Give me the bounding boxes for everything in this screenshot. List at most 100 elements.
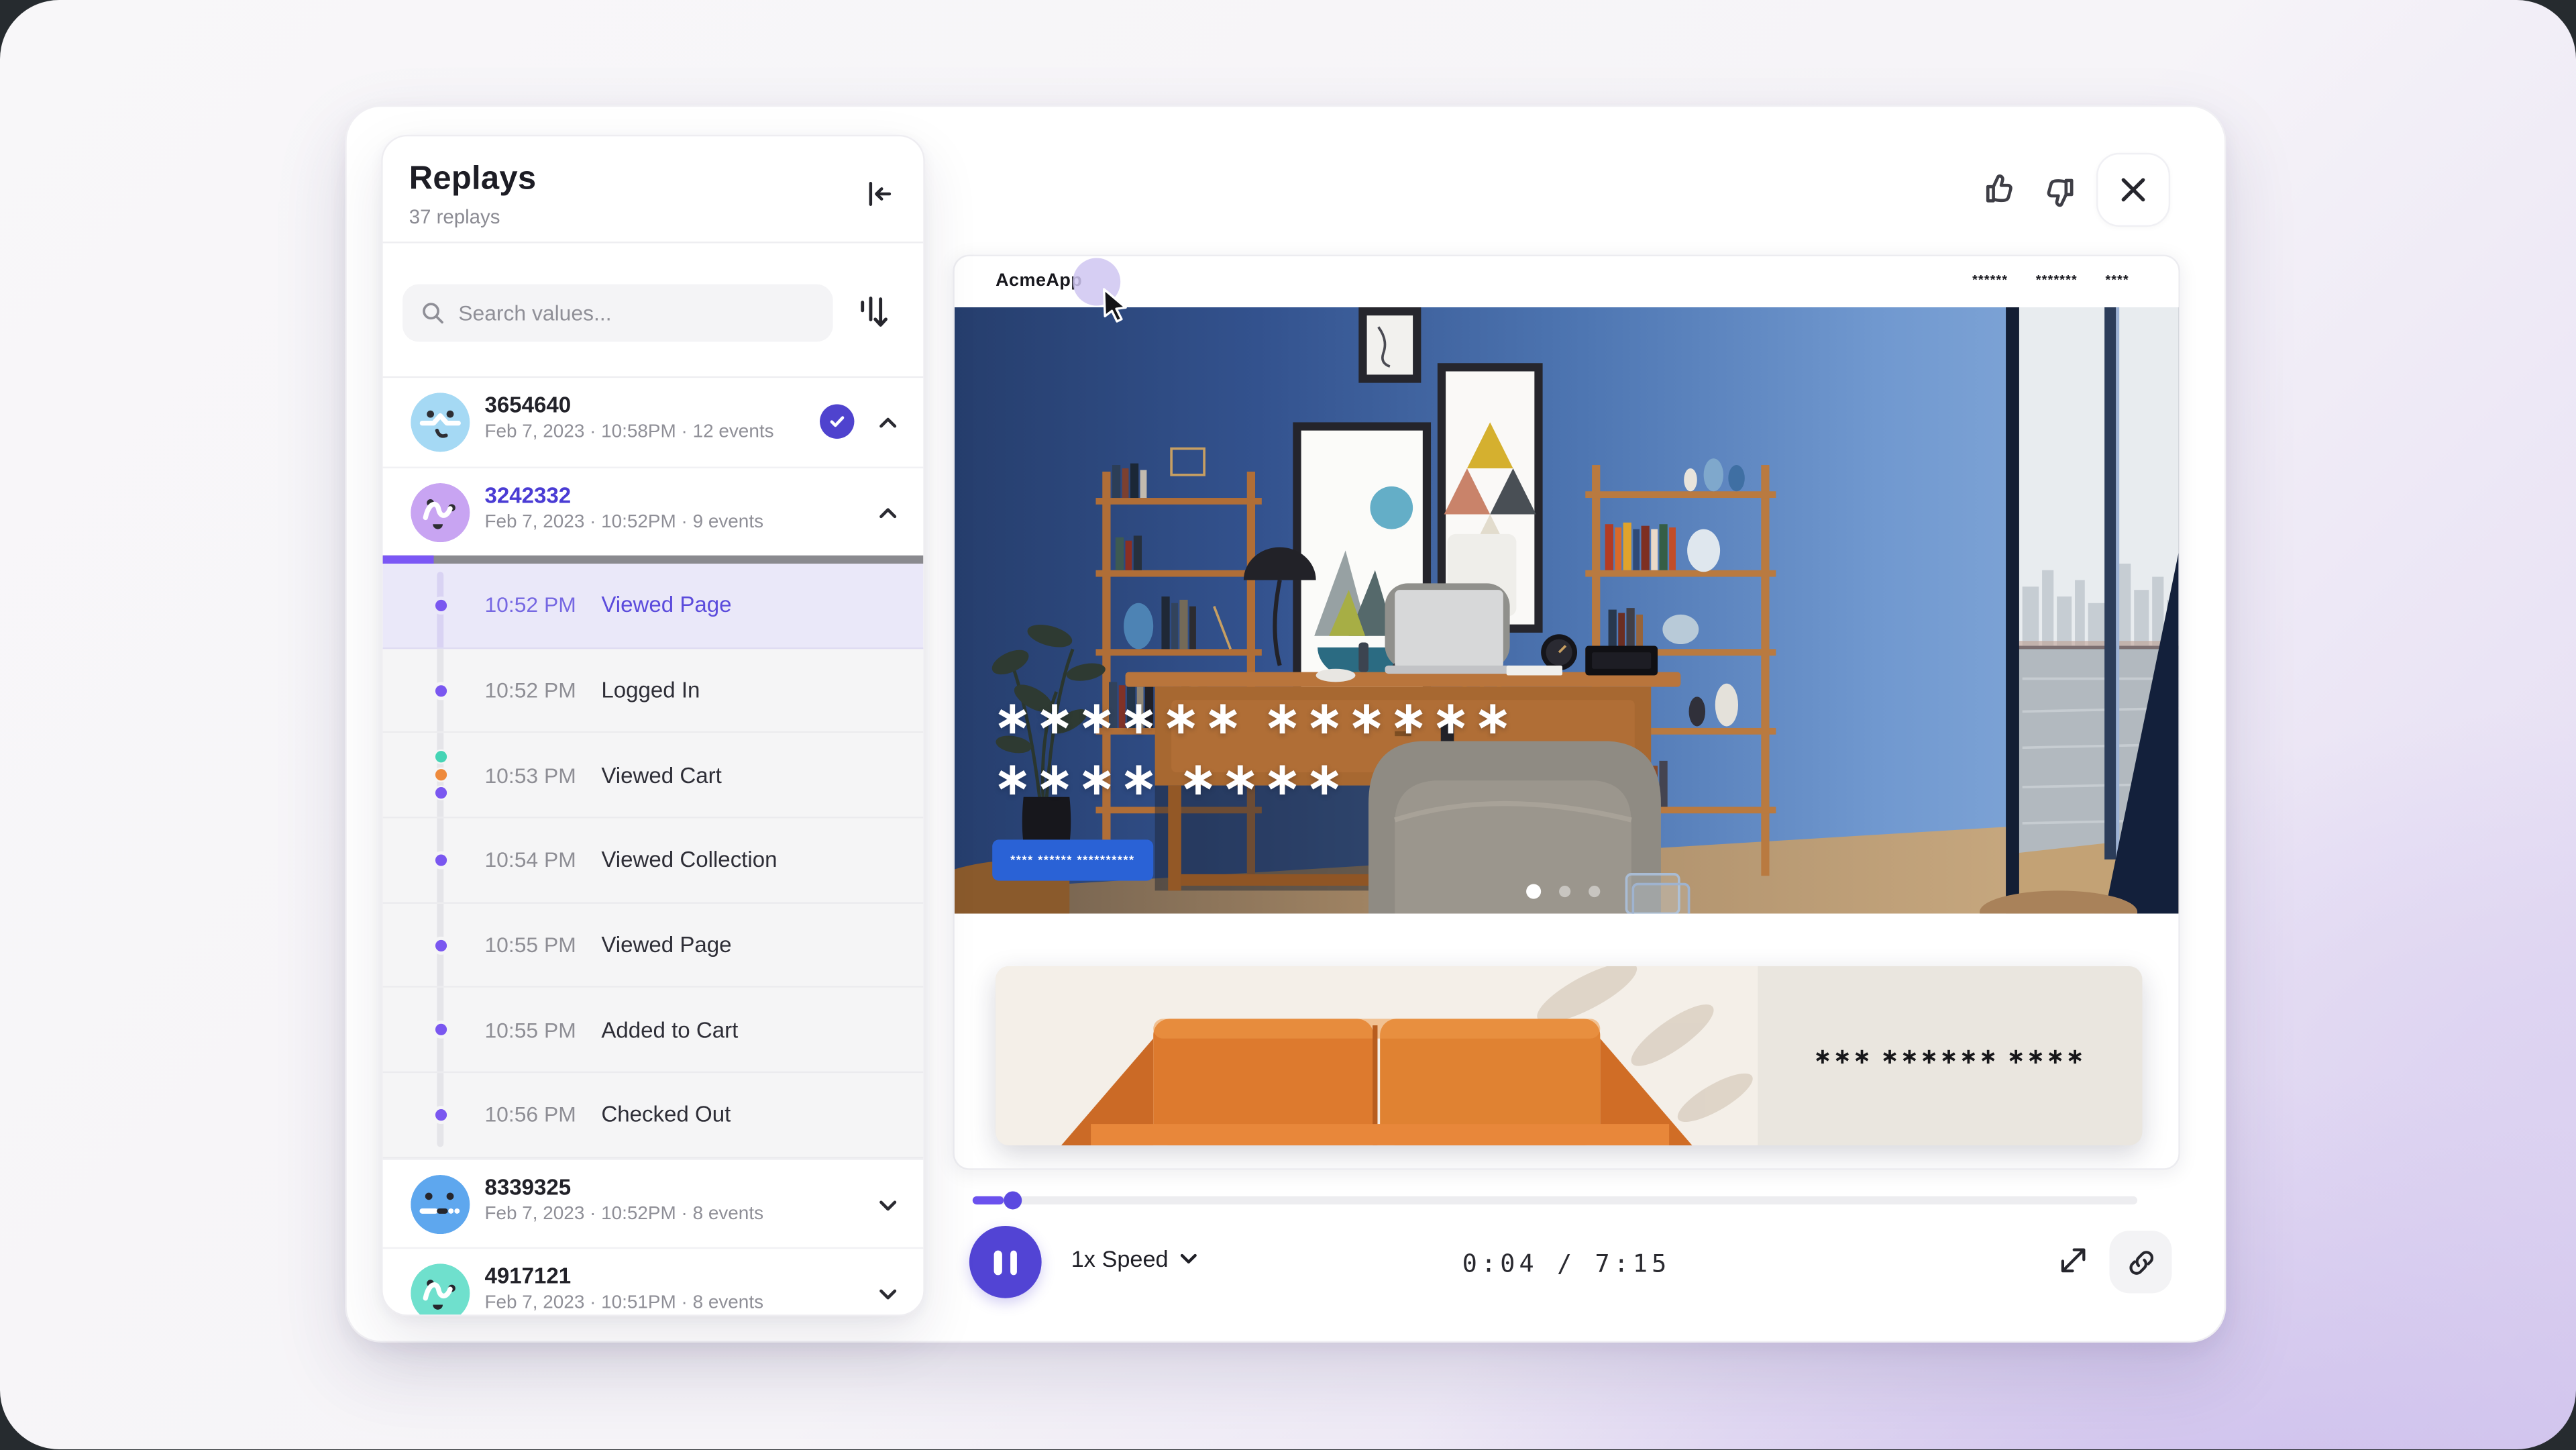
session-progress-fill — [383, 556, 435, 564]
event-dot — [431, 1021, 449, 1039]
event-row-selected[interactable]: 10:52 PM Viewed Page — [383, 564, 924, 649]
event-label: Viewed Collection — [601, 847, 777, 872]
thumbs-down-icon — [2039, 172, 2078, 212]
search-input[interactable] — [402, 284, 833, 342]
expand-icon — [2055, 1241, 2092, 1278]
event-label: Added to Cart — [601, 1018, 738, 1043]
event-row[interactable]: 10:56 PM Checked Out — [383, 1073, 924, 1158]
chevron-down-icon[interactable] — [877, 1194, 899, 1216]
event-time: 10:54 PM — [484, 847, 576, 872]
check-icon — [828, 413, 846, 431]
event-dot — [431, 851, 449, 869]
nav-item-masked: **** — [2105, 273, 2129, 288]
collapse-left-icon — [861, 176, 897, 212]
session-id: 3654640 — [484, 393, 571, 417]
sort-button[interactable] — [854, 293, 894, 335]
close-button[interactable] — [2096, 153, 2170, 227]
seek-fill — [973, 1196, 1004, 1204]
link-icon — [2125, 1247, 2157, 1278]
nav-item-masked: ******* — [2036, 273, 2078, 288]
carousel-dot[interactable] — [1559, 886, 1570, 897]
event-time: 10:52 PM — [484, 678, 576, 703]
thumbs-down-button[interactable] — [2035, 169, 2082, 215]
event-label: Logged In — [601, 678, 700, 703]
chevron-down-icon[interactable] — [877, 1283, 899, 1304]
session-id: 4917121 — [484, 1263, 571, 1288]
session-avatar — [411, 1175, 470, 1234]
hero-masked-line1: ∗∗∗∗∗∗ ∗∗∗∗∗∗ — [994, 688, 1517, 749]
carousel-dots — [1526, 884, 1600, 899]
replayed-site-header: AcmeApp ****** ******* **** — [955, 256, 2178, 307]
event-label: Checked Out — [601, 1102, 731, 1127]
site-logo: AcmeApp — [996, 271, 1082, 291]
product-card: ∗∗∗ ∗∗∗∗∗∗ ∗∗∗∗ — [996, 966, 2142, 1145]
session-avatar — [411, 393, 470, 452]
event-label: Viewed Page — [601, 593, 731, 618]
event-time: 10:55 PM — [484, 933, 576, 957]
event-label: Viewed Page — [601, 933, 731, 957]
event-dot — [431, 597, 449, 615]
search-section — [383, 243, 924, 376]
event-time: 10:53 PM — [484, 763, 576, 788]
replays-header: Replays 37 replays — [383, 136, 924, 242]
event-row[interactable]: 10:52 PM Logged In — [383, 649, 924, 734]
event-dot-teal — [433, 749, 447, 764]
session-row-expanded[interactable]: 3242332 Feb 7, 2023 · 10:52PM · 9 events — [383, 467, 924, 556]
event-time: 10:55 PM — [484, 1018, 576, 1043]
watched-badge — [820, 404, 854, 438]
session-id-active: 3242332 — [484, 483, 571, 508]
seek-handle[interactable] — [1004, 1192, 1022, 1210]
session-avatar — [411, 1263, 470, 1316]
event-dot — [431, 1106, 449, 1124]
cursor-pointer-icon — [1101, 288, 1132, 324]
page-scale-wrapper: Replays 37 replays — [0, 0, 2576, 1449]
replay-count: 37 replays — [409, 205, 897, 228]
session-avatar — [411, 483, 470, 542]
event-dot-purple — [433, 786, 447, 800]
replays-panel: Replays 37 replays — [381, 135, 925, 1316]
event-row[interactable]: 10:54 PM Viewed Collection — [383, 819, 924, 904]
event-dot-orange — [433, 768, 447, 782]
thumbs-up-button[interactable] — [1978, 166, 2025, 212]
thumbs-up-icon — [1981, 169, 2021, 209]
event-row[interactable]: 10:55 PM Viewed Page — [383, 903, 924, 988]
session-row[interactable]: 4917121 Feb 7, 2023 · 10:51PM · 8 events — [383, 1247, 924, 1316]
session-row[interactable]: 8339325 Feb 7, 2023 · 10:52PM · 8 events — [383, 1158, 924, 1247]
sort-descending-icon — [856, 293, 892, 332]
app-canvas: Replays 37 replays — [0, 0, 2576, 1449]
nav-item-masked: ****** — [1972, 273, 2008, 288]
hero-cta-button[interactable]: **** ****** ********** — [992, 839, 1152, 880]
drag-selection-outline — [1617, 872, 1693, 913]
event-label: Viewed Cart — [601, 763, 722, 788]
session-meta: Feb 7, 2023 · 10:52PM · 8 events — [484, 1204, 763, 1224]
seek-bar[interactable] — [973, 1196, 2137, 1204]
session-meta: Feb 7, 2023 · 10:58PM · 12 events — [484, 422, 773, 442]
copy-link-button[interactable] — [2109, 1231, 2171, 1293]
site-nav: ****** ******* **** — [1972, 273, 2129, 288]
close-icon — [2119, 176, 2147, 204]
page-title: Replays — [409, 161, 897, 199]
product-masked-text: ∗∗∗ ∗∗∗∗∗∗ ∗∗∗∗ — [1758, 966, 2142, 1145]
expand-button[interactable] — [2052, 1241, 2095, 1284]
hero-section: ∗∗∗∗∗∗ ∗∗∗∗∗∗ ∗∗∗∗ ∗∗∗∗ **** ****** ****… — [955, 307, 2180, 914]
carousel-dot[interactable] — [1526, 884, 1541, 899]
event-time: 10:52 PM — [484, 593, 576, 618]
event-row[interactable]: 10:53 PM Viewed Cart — [383, 733, 924, 819]
event-list: 10:52 PM Viewed Page 10:52 PM Logged In … — [383, 564, 924, 1158]
session-meta: Feb 7, 2023 · 10:52PM · 9 events — [484, 513, 763, 532]
replay-viewport: AcmeApp ****** ******* **** — [953, 255, 2180, 1170]
collapse-panel-button[interactable] — [861, 176, 897, 212]
couch-photo — [996, 966, 1758, 1145]
room-scene-illustration — [955, 307, 2180, 914]
time-display: 0:04 / 7:15 — [953, 1249, 2180, 1278]
hero-masked-heading: ∗∗∗∗∗∗ ∗∗∗∗∗∗ ∗∗∗∗ ∗∗∗∗ — [994, 688, 1517, 810]
event-time: 10:56 PM — [484, 1102, 576, 1127]
session-row[interactable]: 3654640 Feb 7, 2023 · 10:58PM · 12 event… — [383, 378, 924, 466]
chevron-up-icon[interactable] — [877, 413, 899, 434]
hero-masked-line2: ∗∗∗∗ ∗∗∗∗ — [994, 749, 1517, 811]
event-row[interactable]: 10:55 PM Added to Cart — [383, 988, 924, 1074]
carousel-dot[interactable] — [1589, 886, 1600, 897]
event-dot — [431, 936, 449, 954]
session-meta: Feb 7, 2023 · 10:51PM · 8 events — [484, 1293, 763, 1312]
chevron-up-icon[interactable] — [877, 503, 899, 524]
